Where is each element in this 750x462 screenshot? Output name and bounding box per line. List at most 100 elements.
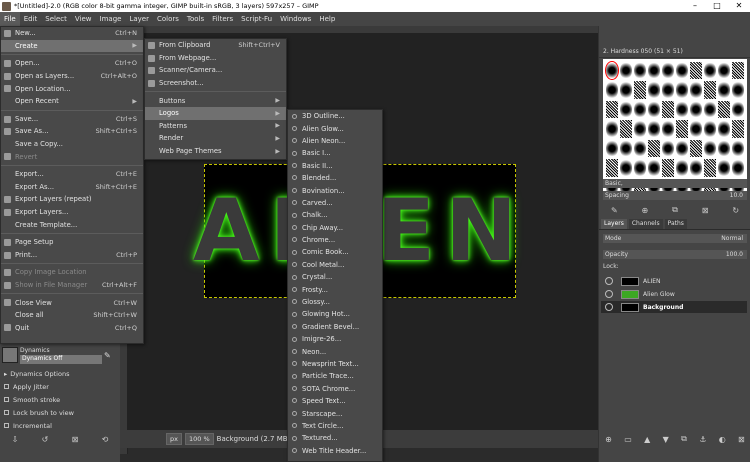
brush-swatch[interactable] xyxy=(718,81,730,99)
dynamics-preview[interactable] xyxy=(2,347,18,363)
logo-item[interactable]: Basic II... xyxy=(288,160,382,172)
brush-swatch[interactable] xyxy=(662,159,674,177)
brush-swatch[interactable] xyxy=(676,120,688,138)
logo-item[interactable]: Text Circle... xyxy=(288,420,382,432)
menu-item-save[interactable]: Save... Ctrl+S xyxy=(1,113,143,126)
brush-swatch[interactable] xyxy=(648,139,660,158)
brush-swatch[interactable] xyxy=(606,139,618,158)
menu-item-show-in-file-manager[interactable]: Show in File Manager Ctrl+Alt+F xyxy=(1,279,143,292)
save-options-icon[interactable]: ⇩ xyxy=(12,435,19,444)
brush-swatch[interactable] xyxy=(732,62,744,80)
logo-item[interactable]: Chrome... xyxy=(288,234,382,246)
brush-swatch[interactable] xyxy=(620,62,632,80)
maximize-button[interactable]: □ xyxy=(706,0,728,12)
menu-edit[interactable]: Edit xyxy=(20,12,42,26)
tab-channels[interactable]: Channels xyxy=(628,219,663,229)
brush-swatch[interactable] xyxy=(718,62,730,80)
apply-jitter-checkbox[interactable]: Apply Jitter xyxy=(0,380,120,393)
restore-options-icon[interactable]: ↺ xyxy=(42,435,49,444)
menu-item-buttons[interactable]: Buttons ▶ xyxy=(145,94,286,107)
logo-item[interactable]: Imigre-26... xyxy=(288,333,382,345)
brush-swatch[interactable] xyxy=(634,81,646,99)
menu-item-page-setup[interactable]: Page Setup xyxy=(1,236,143,249)
menu-item-open-as-layers[interactable]: Open as Layers... Ctrl+Alt+O xyxy=(1,70,143,83)
menu-image[interactable]: Image xyxy=(96,12,126,26)
logo-item[interactable]: 3D Outline... xyxy=(288,110,382,122)
smooth-stroke-checkbox[interactable]: Smooth stroke xyxy=(0,393,120,406)
layer-row-alien-glow[interactable]: Alien Glow xyxy=(601,288,747,300)
brush-swatch[interactable] xyxy=(676,81,688,99)
menu-item-screenshot[interactable]: Screenshot... xyxy=(145,77,286,90)
refresh-brushes-icon[interactable]: ↻ xyxy=(732,206,739,215)
brush-swatch[interactable] xyxy=(662,81,674,99)
brush-swatch[interactable] xyxy=(662,120,674,138)
brush-swatch[interactable] xyxy=(662,139,674,158)
brush-swatch[interactable] xyxy=(704,100,716,119)
logo-item[interactable]: Alien Glow... xyxy=(288,122,382,134)
menu-item-from-clipboard[interactable]: From Clipboard Shift+Ctrl+V xyxy=(145,39,286,52)
brush-swatch[interactable] xyxy=(676,100,688,119)
menu-file[interactable]: File xyxy=(0,12,20,26)
dynamics-options-expander[interactable]: ▸ Dynamics Options xyxy=(0,367,120,380)
logo-item[interactable]: Particle Trace... xyxy=(288,370,382,382)
brush-swatch[interactable] xyxy=(648,100,660,119)
brush-swatch[interactable] xyxy=(634,100,646,119)
menu-item-create-template[interactable]: Create Template... xyxy=(1,218,143,231)
brush-swatch[interactable] xyxy=(620,100,632,119)
brush-swatch[interactable] xyxy=(620,139,632,158)
brush-swatch[interactable] xyxy=(732,81,744,99)
menu-select[interactable]: Select xyxy=(41,12,71,26)
logo-item[interactable]: Glowing Hot... xyxy=(288,308,382,320)
brush-swatch[interactable] xyxy=(634,139,646,158)
edit-dynamics-icon[interactable]: ✎ xyxy=(104,351,111,360)
logo-item[interactable]: SOTA Chrome... xyxy=(288,383,382,395)
brush-swatch[interactable] xyxy=(690,62,702,80)
brush-swatch[interactable] xyxy=(690,81,702,99)
logo-item[interactable]: Web Title Header... xyxy=(288,445,382,457)
logo-item[interactable]: Comic Book... xyxy=(288,246,382,258)
brush-swatch[interactable] xyxy=(704,120,716,138)
logo-item[interactable]: Alien Neon... xyxy=(288,135,382,147)
delete-brush-icon[interactable]: ⊠ xyxy=(702,206,709,215)
menu-item-web-page-themes[interactable]: Web Page Themes ▶ xyxy=(145,145,286,158)
menu-colors[interactable]: Colors xyxy=(153,12,183,26)
brush-swatch[interactable] xyxy=(718,100,730,119)
logo-item[interactable]: Neon... xyxy=(288,345,382,357)
brush-swatch[interactable] xyxy=(648,62,660,80)
visibility-eye-icon[interactable] xyxy=(605,290,613,298)
brush-swatch[interactable] xyxy=(704,139,716,158)
menu-item-save-copy[interactable]: Save a Copy... xyxy=(1,138,143,151)
menu-item-render[interactable]: Render ▶ xyxy=(145,132,286,145)
brush-swatch[interactable] xyxy=(704,159,716,177)
layer-opacity-field[interactable]: Opacity 100.0 xyxy=(603,250,747,259)
menu-item-close-all[interactable]: Close all Shift+Ctrl+W xyxy=(1,309,143,322)
layer-row-alien[interactable]: ALIEN xyxy=(601,275,747,287)
logo-item[interactable]: Gradient Bevel... xyxy=(288,321,382,333)
brush-swatch[interactable] xyxy=(676,62,688,80)
brush-swatch[interactable] xyxy=(606,100,618,119)
brush-swatch[interactable] xyxy=(634,120,646,138)
menu-item-new[interactable]: New... Ctrl+N xyxy=(1,27,143,40)
brush-swatch[interactable] xyxy=(718,120,730,138)
layer-mode-select[interactable]: Mode Normal xyxy=(603,234,747,243)
menu-item-print[interactable]: Print... Ctrl+P xyxy=(1,249,143,262)
new-brush-icon[interactable]: ⊕ xyxy=(642,206,649,215)
close-window-button[interactable]: ✕ xyxy=(728,0,750,12)
brush-swatch[interactable] xyxy=(620,81,632,99)
brush-swatch[interactable] xyxy=(732,159,744,177)
menu-item-revert[interactable]: Revert xyxy=(1,150,143,163)
zoom-select[interactable]: 100 % xyxy=(184,433,214,445)
horizontal-ruler[interactable] xyxy=(120,26,598,34)
tab-layers[interactable]: Layers xyxy=(601,219,627,229)
brush-swatch[interactable] xyxy=(690,100,702,119)
logo-item[interactable]: Cool Metal... xyxy=(288,259,382,271)
brush-spacing-field[interactable]: Spacing 10.0 xyxy=(603,191,747,200)
reset-options-icon[interactable]: ⟲ xyxy=(102,435,109,444)
menu-layer[interactable]: Layer xyxy=(125,12,153,26)
visibility-eye-icon[interactable] xyxy=(605,303,613,311)
menu-script-fu[interactable]: Script-Fu xyxy=(237,12,276,26)
menu-item-save-as[interactable]: Save As... Shift+Ctrl+S xyxy=(1,125,143,138)
logo-item[interactable]: Chip Away... xyxy=(288,222,382,234)
brush-swatch[interactable] xyxy=(690,159,702,177)
menu-item-open-recent[interactable]: Open Recent ▶ xyxy=(1,95,143,108)
